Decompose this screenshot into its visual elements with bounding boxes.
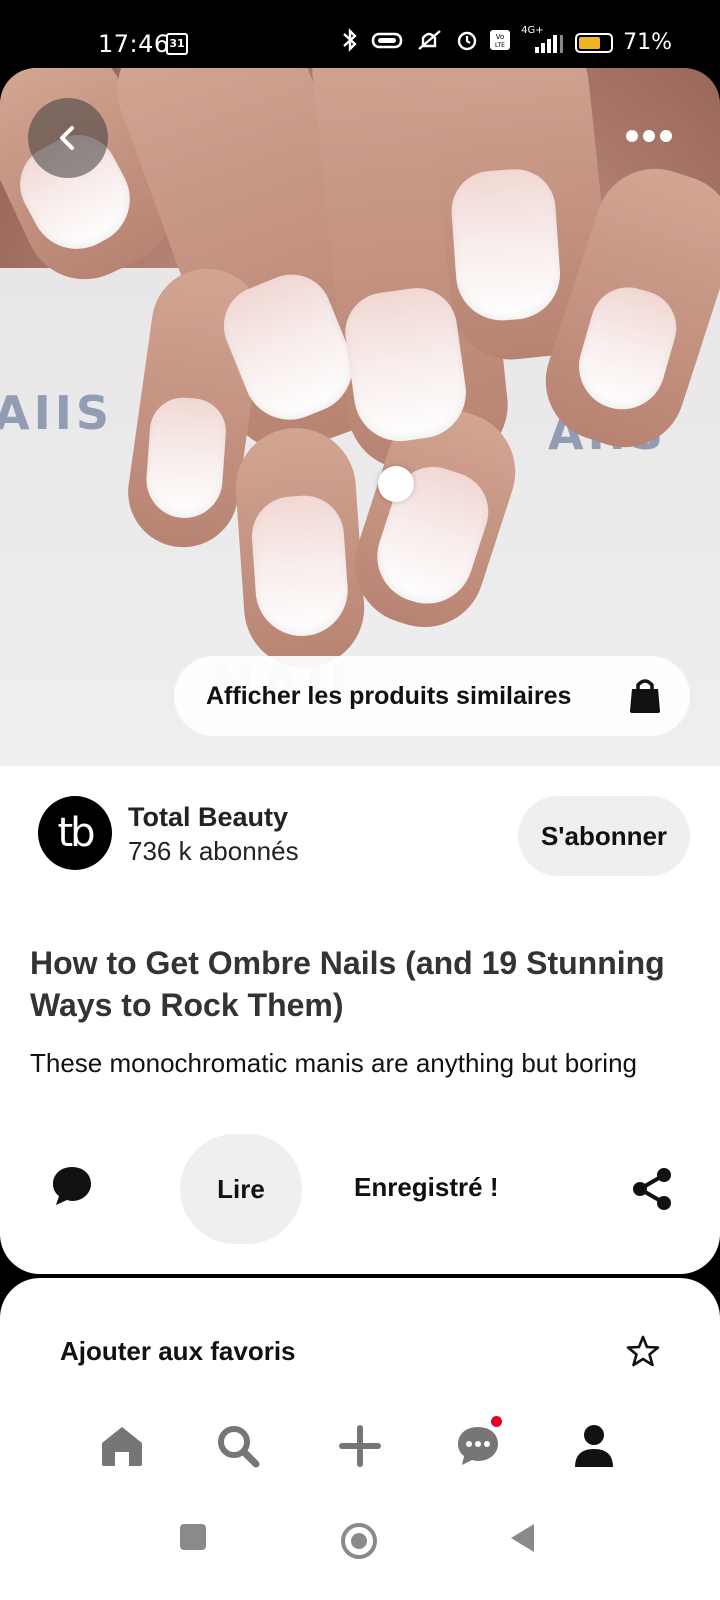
nail: [249, 492, 351, 640]
back-nav-button[interactable]: [508, 1522, 538, 1554]
bluetooth-icon: [341, 28, 359, 57]
nail: [143, 395, 229, 521]
comment-icon: [53, 1167, 91, 1205]
home-circle-icon: [341, 1523, 377, 1559]
create-icon: [339, 1425, 381, 1467]
signal-icon: 4G+: [521, 25, 565, 55]
mute-icon: [415, 28, 445, 57]
follow-button[interactable]: S'abonner: [518, 796, 690, 876]
shop-similar-button[interactable]: Afficher les produits similaires: [174, 656, 690, 736]
battery-icon: [575, 32, 614, 53]
pin-image[interactable]: AIIS AIIS NAIL Afficher les produits sim…: [0, 68, 720, 766]
saved-button[interactable]: Enregistré !: [354, 1172, 499, 1203]
volte-icon: Vo LTE: [489, 29, 511, 56]
favorite-label: Ajouter aux favoris: [60, 1336, 296, 1366]
more-options-icon[interactable]: [626, 130, 672, 142]
product-hotspot[interactable]: [378, 466, 414, 502]
svg-text:Vo: Vo: [496, 33, 505, 41]
back-triangle-icon: [511, 1524, 534, 1552]
pin-description: These monochromatic manis are anything b…: [30, 1048, 637, 1078]
add-to-favorites-row[interactable]: Ajouter aux favoris: [0, 1318, 720, 1388]
shop-similar-label: Afficher les produits similaires: [206, 681, 572, 710]
nav-create[interactable]: [330, 1416, 390, 1476]
nav-messages[interactable]: [448, 1416, 508, 1476]
alarm-icon: [455, 28, 479, 57]
comment-button[interactable]: [50, 1164, 94, 1213]
share-icon: [633, 1168, 671, 1210]
profile-icon: [575, 1425, 613, 1467]
bottom-navigation: [0, 1408, 720, 1488]
nav-profile[interactable]: [564, 1416, 624, 1476]
pin-details-card: tb Total Beauty 736 k abonnés S'abonner …: [0, 766, 720, 1274]
share-button[interactable]: [630, 1166, 674, 1217]
home-icon: [102, 1427, 142, 1466]
search-icon: [218, 1426, 260, 1468]
follower-count: 736 k abonnés: [128, 836, 299, 866]
svg-text:LTE: LTE: [495, 42, 505, 49]
status-icons: Vo LTE 4G+ 71%: [341, 25, 672, 57]
action-bar: Lire Enregistré !: [0, 1134, 720, 1244]
notification-dot: [491, 1416, 502, 1427]
star-icon[interactable]: [626, 1334, 660, 1373]
home-button[interactable]: [340, 1522, 378, 1560]
calendar-icon: 31: [166, 33, 188, 55]
battery-fill: [579, 36, 601, 49]
nail: [448, 166, 564, 324]
read-button[interactable]: Lire: [180, 1134, 302, 1244]
avatar[interactable]: tb: [38, 796, 112, 870]
recents-icon: [180, 1524, 206, 1550]
system-navigation-bar: [0, 1508, 720, 1578]
nav-home[interactable]: [92, 1416, 152, 1476]
messages-icon: [458, 1427, 498, 1465]
author-name[interactable]: Total Beauty: [128, 802, 288, 833]
app-screen: 17:46 31 Vo LTE 4G+ 71% AIIS Afficher le…: [0, 0, 720, 1600]
vibrate-icon: [369, 29, 405, 56]
back-button[interactable]: [28, 98, 108, 178]
clock: 17:46: [98, 30, 170, 58]
nav-search[interactable]: [208, 1416, 268, 1476]
recents-button[interactable]: [178, 1522, 208, 1552]
image-watermark-left: AIIS: [0, 386, 113, 440]
status-bar: 17:46 31 Vo LTE 4G+ 71%: [0, 0, 720, 70]
battery-percent: 71%: [623, 30, 672, 55]
pin-title: How to Get Ombre Nails (and 19 Stunning …: [30, 945, 665, 1023]
bottom-sheet: Ajouter aux favoris: [0, 1278, 720, 1600]
back-arrow-icon: [60, 126, 74, 150]
shopping-bag-icon: [630, 679, 660, 713]
